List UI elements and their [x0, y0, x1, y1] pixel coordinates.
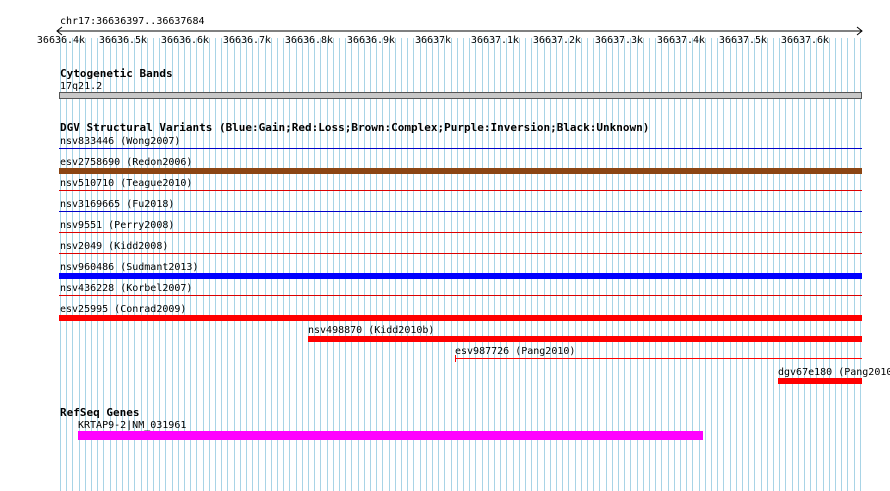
dgv-label: nsv833446 (Wong2007) — [60, 136, 181, 147]
dgv-feature-gain[interactable] — [59, 211, 862, 212]
cytoband-bar[interactable] — [59, 92, 862, 99]
dgv-track-title: DGV Structural Variants (Blue:Gain;Red:L… — [60, 121, 650, 134]
dgv-label: dgv67e180 (Pang2010) — [778, 367, 890, 378]
feature-start-tick — [455, 355, 456, 362]
dgv-feature-loss[interactable] — [778, 378, 862, 384]
ruler-tick-label: 36636.8k — [284, 35, 334, 46]
ruler-tick-label: 36637.4k — [656, 35, 706, 46]
dgv-label: nsv9551 (Perry2008) — [60, 220, 175, 231]
refseq-track-title: RefSeq Genes — [60, 406, 140, 419]
ruler-tick-label: 36637.3k — [594, 35, 644, 46]
dgv-feature-complex[interactable] — [59, 168, 862, 174]
dgv-label: nsv498870 (Kidd2010b) — [308, 325, 435, 336]
dgv-label: nsv510710 (Teague2010) — [60, 178, 193, 189]
ruler-tick-label: 36636.4k — [36, 35, 86, 46]
dgv-label: esv2758690 (Redon2006) — [60, 157, 193, 168]
genome-browser-view: chr17:36636397..36637684 36636.4k 36636.5… — [0, 0, 890, 491]
ruler-tick-label: 36637.2k — [532, 35, 582, 46]
ruler-tick-label: 36636.9k — [346, 35, 396, 46]
dgv-feature-loss[interactable] — [59, 295, 862, 296]
dgv-feature-loss[interactable] — [59, 232, 862, 233]
ruler-tick-label: 36637k — [414, 35, 452, 46]
ruler-tick-label: 36637.5k — [718, 35, 768, 46]
ruler-tick-label: 36636.5k — [98, 35, 148, 46]
dgv-label: nsv960486 (Sudmant2013) — [60, 262, 199, 273]
dgv-label: esv25995 (Conrad2009) — [60, 304, 187, 315]
dgv-feature-loss[interactable] — [59, 190, 862, 191]
dgv-feature-loss[interactable] — [455, 358, 862, 359]
dgv-label: nsv3169665 (Fu2018) — [60, 199, 175, 210]
dgv-label: esv987726 (Pang2010) — [455, 346, 576, 357]
ruler-tick-label: 36637.6k — [780, 35, 830, 46]
ruler-tick-label: 36636.7k — [222, 35, 272, 46]
dgv-label: nsv2049 (Kidd2008) — [60, 241, 169, 252]
dgv-feature-loss[interactable] — [59, 315, 862, 321]
dgv-feature-loss[interactable] — [59, 253, 862, 254]
ruler-tick-label: 36636.6k — [160, 35, 210, 46]
dgv-label: nsv436228 (Korbel2007) — [60, 283, 193, 294]
gene-feature[interactable] — [78, 431, 703, 440]
dgv-feature-loss[interactable] — [308, 336, 862, 342]
cytoband-track-title: Cytogenetic Bands — [60, 67, 173, 80]
cytoband-label: 17q21.2 — [60, 81, 103, 92]
dgv-feature-gain[interactable] — [59, 273, 862, 279]
dgv-feature-gain[interactable] — [59, 148, 862, 149]
ruler-tick-label: 36637.1k — [470, 35, 520, 46]
gene-label: KRTAP9-2|NM_031961 — [78, 420, 187, 431]
